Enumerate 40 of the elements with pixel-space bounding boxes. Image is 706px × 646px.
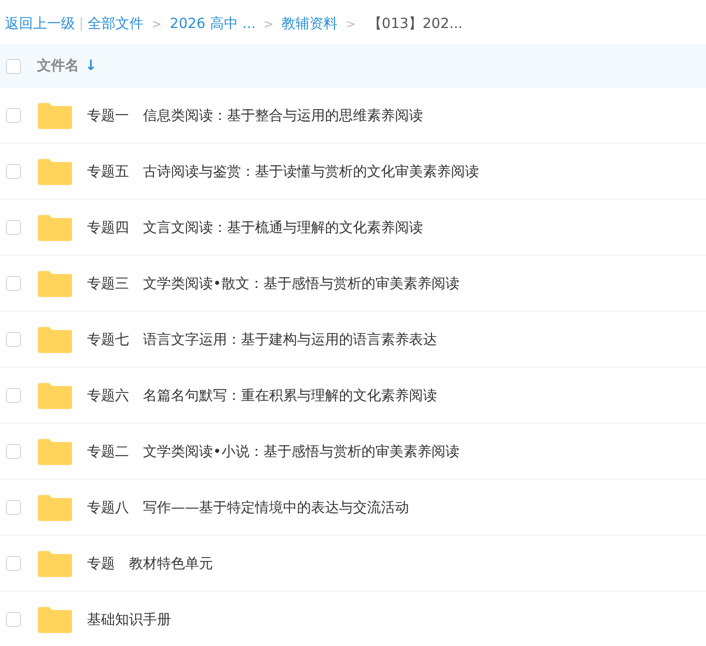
row-checkbox[interactable] — [6, 388, 21, 403]
back-link[interactable]: 返回上一级 — [5, 15, 75, 33]
folder-icon — [38, 326, 72, 352]
file-name[interactable]: 基础知识手册 — [87, 610, 171, 628]
row-checkbox[interactable] — [6, 220, 21, 235]
file-name[interactable]: 专题六 名篇名句默写：重在积累与理解的文化素养阅读 — [87, 386, 437, 404]
row-checkbox[interactable] — [6, 612, 21, 627]
row-checkbox[interactable] — [6, 164, 21, 179]
breadcrumb-link[interactable]: 全部文件 — [88, 15, 144, 33]
folder-icon — [38, 102, 72, 128]
file-name[interactable]: 专题四 文言文阅读：基于梳通与理解的文化素养阅读 — [87, 218, 423, 236]
select-all-checkbox[interactable] — [6, 58, 21, 74]
folder-icon — [38, 158, 72, 184]
folder-icon — [38, 382, 72, 408]
file-name[interactable]: 专题八 写作——基于特定情境中的表达与交流活动 — [87, 498, 409, 516]
folder-icon — [38, 270, 72, 296]
file-name[interactable]: 专题三 文学类阅读•散文：基于感悟与赏析的审美素养阅读 — [87, 274, 460, 292]
row-checkbox[interactable] — [6, 108, 21, 123]
breadcrumb-divider: | — [79, 16, 84, 32]
breadcrumb-separator: > — [152, 17, 162, 31]
file-name[interactable]: 专题五 古诗阅读与鉴赏：基于读懂与赏析的文化审美素养阅读 — [87, 162, 479, 180]
row-checkbox[interactable] — [6, 556, 21, 571]
file-name[interactable]: 专题一 信息类阅读：基于整合与运用的思维素养阅读 — [87, 106, 423, 124]
row-checkbox[interactable] — [6, 444, 21, 459]
folder-icon — [38, 214, 72, 240]
breadcrumb-separator: > — [346, 17, 356, 31]
folder-icon — [38, 494, 72, 520]
file-name[interactable]: 专题七 语言文字运用：基于建构与运用的语言素养表达 — [87, 330, 437, 348]
folder-icon — [38, 606, 72, 632]
breadcrumb-link[interactable]: 【013】202... — [368, 15, 463, 33]
file-name[interactable]: 专题二 文学类阅读•小说：基于感悟与赏析的审美素养阅读 — [87, 442, 460, 460]
folder-icon — [38, 438, 72, 464]
file-name[interactable]: 专题 教材特色单元 — [87, 554, 213, 572]
folder-icon — [38, 550, 72, 576]
row-checkbox[interactable] — [6, 276, 21, 291]
row-checkbox[interactable] — [6, 332, 21, 347]
breadcrumb-separator: > — [264, 17, 274, 31]
row-checkbox[interactable] — [6, 500, 21, 515]
breadcrumb-link[interactable]: 2026 高中 ... — [170, 15, 256, 33]
breadcrumb-link[interactable]: 教辅资料 — [282, 15, 338, 33]
